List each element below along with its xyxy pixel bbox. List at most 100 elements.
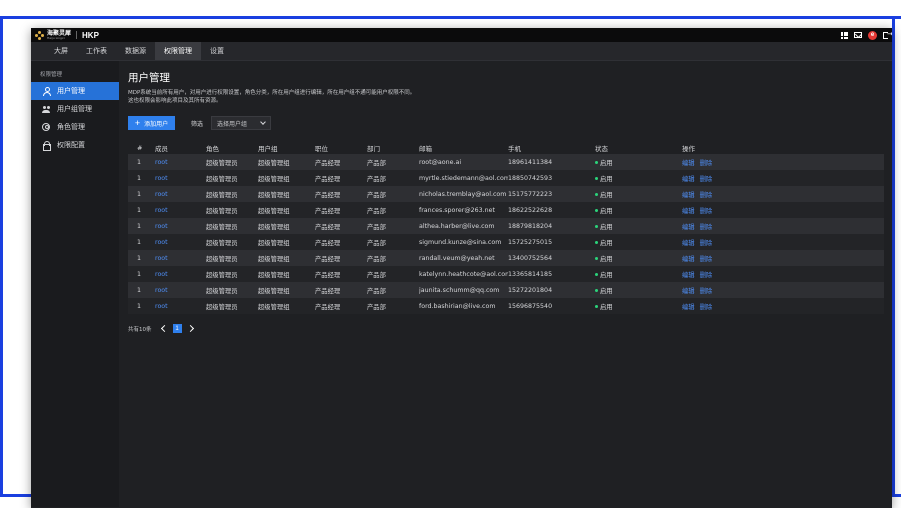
sidebar-item-permission-config[interactable]: 权限配置: [31, 136, 119, 154]
edit-link[interactable]: 编辑: [682, 192, 695, 199]
cell-member: root: [155, 154, 206, 170]
page-description-line: MDP系统当前所有用户，对用户进行权限设置，角色分类，所在用户组进行编辑，所在用…: [128, 90, 416, 96]
edit-link[interactable]: 编辑: [682, 256, 695, 263]
status-text: 启用: [600, 223, 613, 231]
edit-link[interactable]: 编辑: [682, 208, 695, 215]
delete-link[interactable]: 删除: [700, 176, 713, 183]
cell-member: root: [155, 266, 206, 282]
cell-position: 产品经理: [315, 282, 367, 298]
cell-department: 产品部: [367, 282, 419, 298]
edit-link[interactable]: 编辑: [682, 288, 695, 295]
prev-page-icon[interactable]: [160, 324, 168, 333]
cell-user-group: 超级管理组: [258, 186, 315, 202]
sidebar-item-user-management[interactable]: 用户管理: [31, 82, 119, 100]
member-link[interactable]: root: [155, 207, 168, 214]
member-link[interactable]: root: [155, 159, 168, 166]
page-number-button[interactable]: 1: [172, 324, 182, 333]
cell-member: root: [155, 298, 206, 314]
status-text: 启用: [600, 159, 613, 167]
member-link[interactable]: root: [155, 287, 168, 294]
cell-email: randall.veum@yeah.net: [419, 250, 508, 266]
notification-icon[interactable]: e: [868, 30, 877, 40]
member-link[interactable]: root: [155, 175, 168, 182]
edit-link[interactable]: 编辑: [682, 160, 695, 167]
cell-position: 产品经理: [315, 266, 367, 282]
user-table: # 成员 角色 用户组 职位 部门 邮箱 手机 状态 操作 1 root 超级管理员…: [128, 142, 884, 314]
table-row: 1 root 超级管理员 超级管理组 产品经理 产品部 jaunita.schumm@qq.…: [128, 282, 884, 298]
edit-link[interactable]: 编辑: [682, 304, 695, 311]
cell-index: 1: [128, 218, 155, 234]
cell-email: root@aone.ai: [419, 154, 508, 170]
tab-settings[interactable]: 设置: [201, 42, 233, 60]
delete-link[interactable]: 删除: [700, 240, 713, 247]
status-dot-icon: [595, 273, 598, 276]
delete-link[interactable]: 删除: [700, 208, 713, 215]
edit-link[interactable]: 编辑: [682, 224, 695, 231]
delete-link[interactable]: 删除: [700, 192, 713, 199]
cell-actions: 编辑 删除: [682, 234, 884, 250]
cell-department: 产品部: [367, 202, 419, 218]
apps-grid-icon[interactable]: [841, 31, 848, 39]
cell-position: 产品经理: [315, 154, 367, 170]
member-link[interactable]: root: [155, 255, 168, 262]
cell-department: 产品部: [367, 298, 419, 314]
cell-department: 产品部: [367, 186, 419, 202]
tab-dashboard[interactable]: 大屏: [45, 42, 77, 60]
delete-link[interactable]: 删除: [700, 224, 713, 231]
add-user-button[interactable]: + 添加用户: [128, 116, 175, 130]
lock-icon: [42, 141, 51, 151]
cell-position: 产品经理: [315, 170, 367, 186]
delete-link[interactable]: 删除: [700, 256, 713, 263]
sidebar-item-label: 用户组管理: [57, 105, 92, 113]
chevron-down-icon: [260, 119, 266, 125]
status-dot-icon: [595, 257, 598, 260]
user-icon: [42, 87, 51, 96]
cell-status: 启用: [595, 298, 682, 314]
cell-member: root: [155, 218, 206, 234]
cell-status: 启用: [595, 202, 682, 218]
logout-icon[interactable]: [883, 30, 892, 39]
tab-datasource[interactable]: 数据源: [116, 42, 155, 60]
cell-phone: 15696875540: [508, 298, 595, 314]
sidebar-item-user-group-management[interactable]: 用户组管理: [31, 100, 119, 118]
table-row: 1 root 超级管理员 超级管理组 产品经理 产品部 root@aone.ai 189614…: [128, 154, 884, 170]
brand-logo[interactable]: 海聚灵犀 Haiju Lingxi: [35, 30, 71, 40]
member-link[interactable]: root: [155, 239, 168, 246]
member-link[interactable]: root: [155, 303, 168, 310]
app-name: HKP: [82, 30, 99, 40]
status-text: 启用: [600, 255, 613, 263]
cell-member: root: [155, 282, 206, 298]
member-link[interactable]: root: [155, 191, 168, 198]
plus-icon: +: [134, 117, 141, 128]
sidebar-item-label: 用户管理: [57, 87, 85, 95]
cell-status: 启用: [595, 266, 682, 282]
cell-user-group: 超级管理组: [258, 218, 315, 234]
tab-permissions[interactable]: 权限管理: [155, 42, 201, 60]
cell-phone: 13365814185: [508, 266, 595, 282]
cell-member: root: [155, 250, 206, 266]
main-nav: 大屏 工作表 数据源 权限管理 设置: [31, 42, 892, 61]
mail-icon[interactable]: [854, 32, 862, 38]
member-link[interactable]: root: [155, 271, 168, 278]
next-page-icon[interactable]: [186, 324, 194, 333]
cell-role: 超级管理员: [206, 154, 258, 170]
cell-actions: 编辑 删除: [682, 218, 884, 234]
delete-link[interactable]: 删除: [700, 304, 713, 311]
member-link[interactable]: root: [155, 223, 168, 230]
cell-position: 产品经理: [315, 234, 367, 250]
tab-worksheet[interactable]: 工作表: [77, 42, 116, 60]
user-group-select-placeholder: 选择用户组: [217, 120, 248, 128]
delete-link[interactable]: 删除: [700, 160, 713, 167]
delete-link[interactable]: 删除: [700, 288, 713, 295]
edit-link[interactable]: 编辑: [682, 272, 695, 279]
edit-link[interactable]: 编辑: [682, 240, 695, 247]
cell-department: 产品部: [367, 218, 419, 234]
cell-role: 超级管理员: [206, 250, 258, 266]
delete-link[interactable]: 删除: [700, 272, 713, 279]
sidebar-item-role-management[interactable]: 角色管理: [31, 118, 119, 136]
user-group-icon: [42, 105, 50, 113]
column-header-index: #: [137, 144, 143, 152]
user-group-select[interactable]: 选择用户组: [211, 116, 272, 130]
edit-link[interactable]: 编辑: [682, 176, 695, 183]
table-row: 1 root 超级管理员 超级管理组 产品经理 产品部 myrtle.stiedemann@…: [128, 170, 884, 186]
